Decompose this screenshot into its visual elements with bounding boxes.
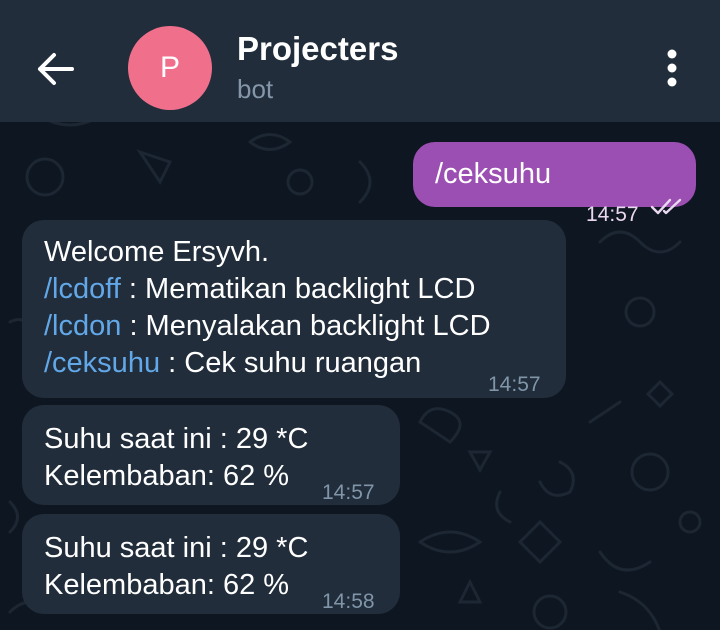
command-link-ceksuhu[interactable]: /ceksuhu — [44, 347, 160, 379]
message-time: 14:57 — [488, 373, 541, 396]
message-time: 14:57 — [322, 481, 375, 504]
message-line: Kelembaban: 62 % — [44, 460, 290, 492]
chat-header: P Projecters bot — [0, 0, 720, 122]
command-description: : Cek suhu ruangan — [160, 347, 422, 379]
double-check-icon — [650, 198, 682, 215]
message-line: Welcome Ersyvh. — [44, 236, 270, 268]
message-line: /lcdoff : Mematikan backlight LCD — [44, 271, 491, 308]
avatar[interactable]: P — [128, 26, 212, 110]
chat-title[interactable]: Projecters — [237, 30, 398, 68]
arrow-left-icon — [38, 53, 74, 85]
message-incoming[interactable]: Suhu saat ini : 29 *C Kelembaban: 62 % 1… — [22, 514, 400, 614]
back-button[interactable] — [34, 48, 76, 90]
command-description: : Mematikan backlight LCD — [120, 273, 476, 305]
message-line: Kelembaban: 62 % — [44, 569, 290, 601]
command-link-lcdoff[interactable]: /lcdoff — [44, 273, 121, 305]
message-line: Suhu saat ini : 29 *C — [44, 423, 309, 455]
message-line: /lcdon : Menyalakan backlight LCD — [44, 308, 491, 345]
message-time: 14:58 — [322, 590, 375, 613]
menu-button[interactable] — [656, 46, 688, 90]
command-link-lcdon[interactable]: /lcdon — [44, 310, 121, 342]
chat-subtitle: bot — [237, 74, 274, 104]
message-text: /ceksuhu — [435, 158, 552, 190]
message-incoming[interactable]: Welcome Ersyvh. /lcdoff : Mematikan back… — [22, 220, 566, 398]
message-outgoing[interactable]: /ceksuhu 14:57 — [413, 142, 696, 226]
command-description: : Menyalakan backlight LCD — [121, 310, 491, 342]
message-list[interactable]: /ceksuhu 14:57 Welcome Ersyvh. /lcdoff :… — [0, 122, 720, 630]
message-line: /ceksuhu : Cek suhu ruangan — [44, 345, 491, 382]
message-time: 14:57 — [586, 203, 639, 226]
more-vertical-icon — [667, 49, 677, 87]
message-line: Suhu saat ini : 29 *C — [44, 532, 309, 564]
message-incoming[interactable]: Suhu saat ini : 29 *C Kelembaban: 62 % 1… — [22, 405, 400, 505]
